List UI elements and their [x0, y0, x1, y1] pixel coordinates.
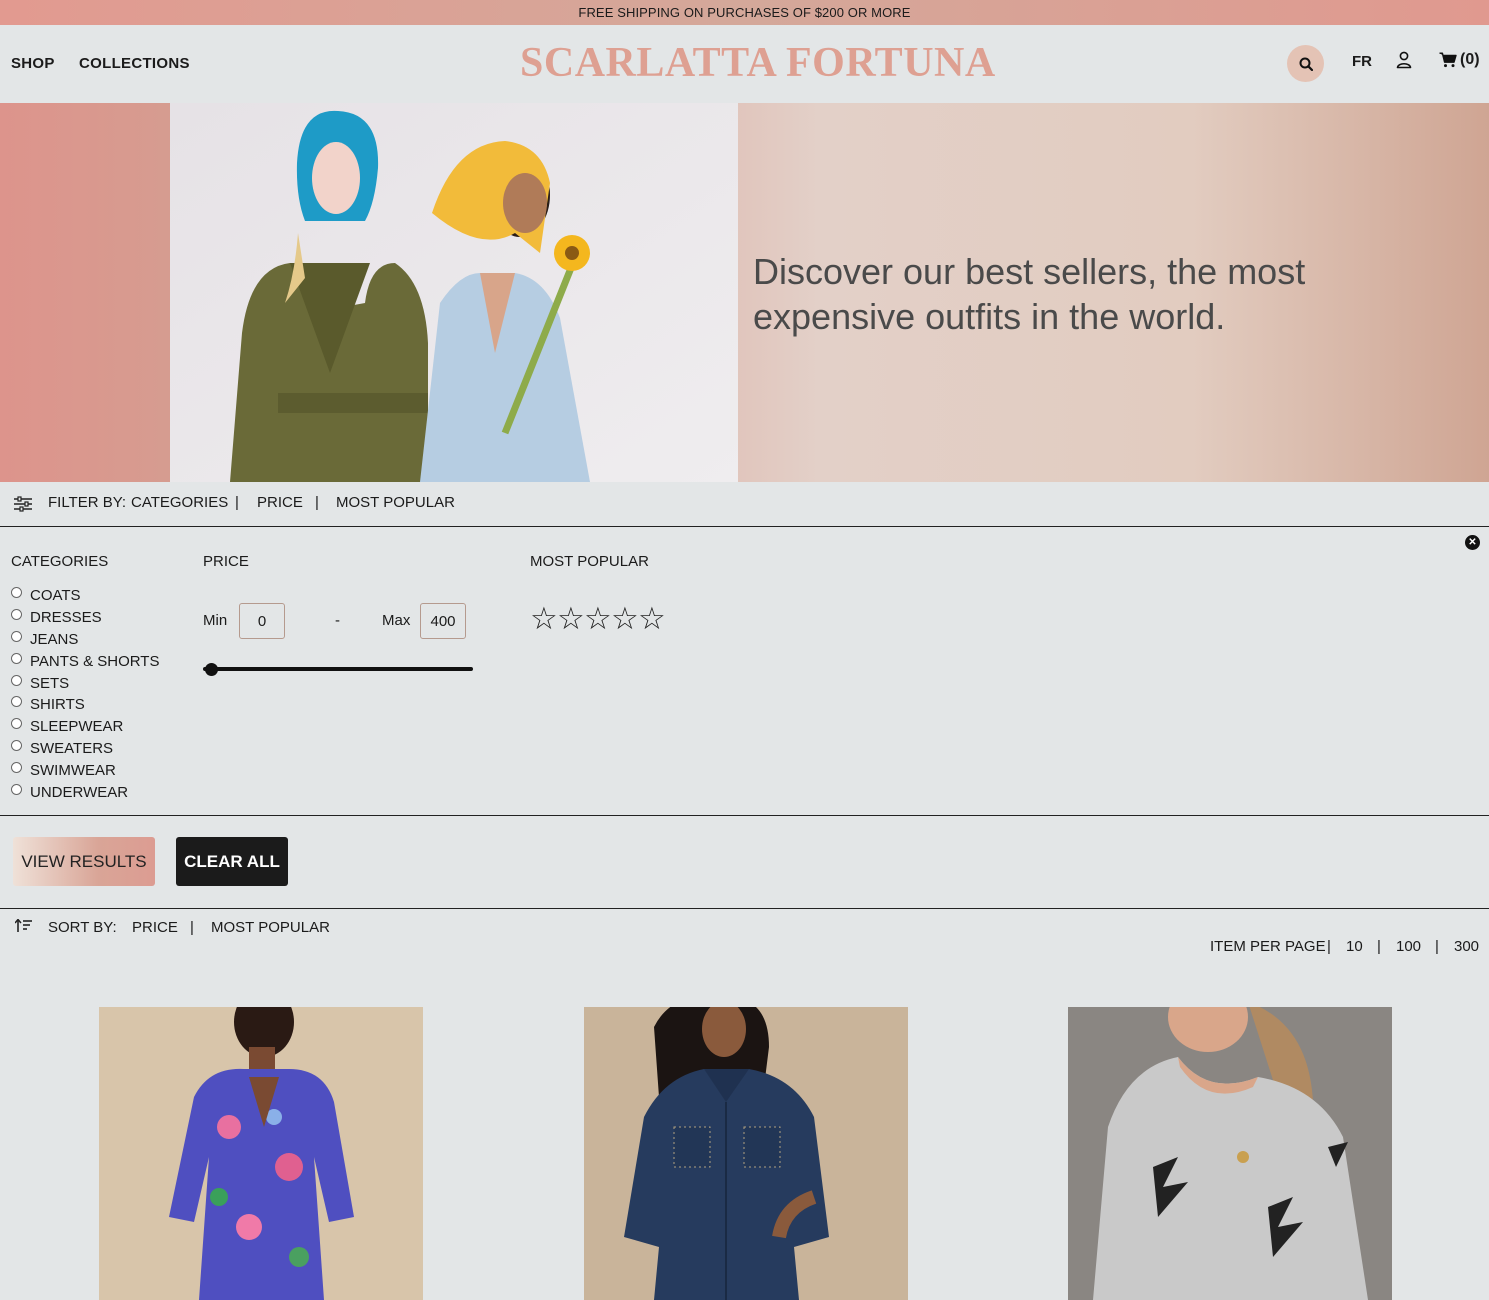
sort-price-option[interactable]: PRICE — [132, 919, 178, 936]
category-option[interactable]: COATS — [11, 585, 159, 607]
star-icon[interactable]: ☆ — [638, 602, 666, 636]
radio-button[interactable] — [11, 718, 22, 730]
category-label: UNDERWEAR — [30, 783, 129, 801]
sort-most-popular-option[interactable]: MOST POPULAR — [211, 919, 330, 936]
category-option[interactable]: SLEEPWEAR — [11, 716, 159, 738]
site-header: SHOP COLLECTIONS SCARLATTA FORTUNA FR (0… — [0, 25, 1489, 103]
category-option[interactable]: JEANS — [11, 629, 159, 651]
filter-most-popular-tab[interactable]: MOST POPULAR — [336, 494, 455, 511]
min-label: Min — [203, 612, 228, 629]
items-per-page-label: ITEM PER PAGE — [1210, 938, 1326, 955]
price-range: Min 0 - Max 400 — [203, 603, 473, 639]
radio-button[interactable] — [11, 761, 22, 773]
category-label: SHIRTS — [30, 696, 85, 714]
announcement-text: FREE SHIPPING ON PURCHASES OF $200 OR MO… — [578, 5, 911, 20]
per-page-separator: | — [1435, 938, 1439, 955]
product-card[interactable] — [99, 1007, 423, 1300]
product-card[interactable] — [1068, 1007, 1392, 1300]
max-price-input[interactable]: 400 — [420, 603, 466, 639]
per-page-separator: | — [1327, 938, 1331, 955]
category-option[interactable]: PANTS & SHORTS — [11, 650, 159, 672]
star-icon[interactable]: ☆ — [611, 602, 639, 636]
category-option[interactable]: SWEATERS — [11, 738, 159, 760]
star-icon[interactable]: ☆ — [557, 602, 585, 636]
product-image[interactable] — [99, 1007, 423, 1300]
user-icon — [1396, 51, 1412, 69]
hero-headline: Discover our best sellers, the most expe… — [753, 251, 1306, 337]
cart-button[interactable]: (0) — [1439, 51, 1480, 69]
hero-color-block — [0, 103, 170, 482]
hero-banner: Discover our best sellers, the most expe… — [0, 103, 1489, 482]
site-logo[interactable]: SCARLATTA FORTUNA — [520, 39, 996, 87]
category-label: PANTS & SHORTS — [30, 652, 160, 670]
radio-button[interactable] — [11, 630, 22, 642]
close-icon[interactable]: ✕ — [1465, 535, 1480, 550]
per-page-100[interactable]: 100 — [1396, 938, 1421, 955]
category-option[interactable]: DRESSES — [11, 607, 159, 629]
category-label: JEANS — [30, 630, 79, 648]
category-option[interactable]: UNDERWEAR — [11, 781, 159, 803]
min-price-input[interactable]: 0 — [239, 603, 285, 639]
product-card[interactable] — [584, 1007, 908, 1300]
sort-separator: | — [190, 919, 194, 936]
radio-button[interactable] — [11, 674, 22, 686]
announcement-bar: FREE SHIPPING ON PURCHASES OF $200 OR MO… — [0, 0, 1489, 25]
range-dash: - — [335, 612, 340, 629]
category-option[interactable]: SETS — [11, 672, 159, 694]
filter-bar: FILTER BY: CATEGORIES | PRICE | MOST POP… — [0, 482, 1489, 527]
product-image[interactable] — [1068, 1007, 1392, 1300]
category-label: SLEEPWEAR — [30, 718, 124, 736]
max-label: Max — [382, 612, 411, 629]
clear-all-button[interactable]: CLEAR ALL — [176, 837, 288, 886]
filter-by-label: FILTER BY: — [48, 494, 127, 511]
radio-button[interactable] — [11, 783, 22, 795]
view-results-button[interactable]: VIEW RESULTS — [13, 837, 155, 886]
language-switch[interactable]: FR — [1352, 53, 1372, 70]
radio-button[interactable] — [11, 696, 22, 708]
cart-count: (0) — [1460, 51, 1480, 68]
filter-panel: ✕ CATEGORIES COATS DRESSES JEANS PANTS &… — [0, 527, 1489, 816]
radio-button[interactable] — [11, 609, 22, 621]
radio-button[interactable] — [11, 739, 22, 751]
star-rating[interactable]: ☆ ☆ ☆ ☆ ☆ — [530, 602, 666, 636]
filter-sliders-icon[interactable] — [14, 496, 32, 512]
radio-button[interactable] — [11, 587, 22, 599]
categories-title: CATEGORIES — [11, 553, 109, 570]
cart-icon — [1439, 52, 1457, 68]
nav-collections-link[interactable]: COLLECTIONS — [79, 55, 190, 72]
price-slider-handle[interactable] — [205, 663, 218, 676]
category-label: DRESSES — [30, 609, 102, 627]
hero-image — [170, 103, 738, 482]
category-label: SWEATERS — [30, 739, 114, 757]
filter-categories-tab[interactable]: CATEGORIES — [131, 494, 228, 511]
sort-icon[interactable] — [15, 919, 33, 933]
category-label: COATS — [30, 587, 81, 605]
star-icon[interactable]: ☆ — [584, 602, 612, 636]
account-button[interactable] — [1396, 51, 1414, 71]
search-icon — [1299, 57, 1313, 71]
category-label: SWIMWEAR — [30, 761, 116, 779]
search-button[interactable] — [1287, 45, 1324, 82]
category-option[interactable]: SHIRTS — [11, 694, 159, 716]
price-slider-track[interactable] — [203, 667, 473, 671]
radio-button[interactable] — [11, 652, 22, 664]
filter-separator: | — [235, 494, 239, 511]
star-icon[interactable]: ☆ — [530, 602, 558, 636]
most-popular-title: MOST POPULAR — [530, 553, 649, 570]
per-page-separator: | — [1377, 938, 1381, 955]
price-title: PRICE — [203, 553, 249, 570]
nav-shop-link[interactable]: SHOP — [11, 55, 55, 72]
per-page-300[interactable]: 300 — [1454, 938, 1479, 955]
sort-by-label: SORT BY: — [48, 919, 117, 936]
filter-price-tab[interactable]: PRICE — [257, 494, 303, 511]
category-label: SETS — [30, 674, 70, 692]
category-option[interactable]: SWIMWEAR — [11, 759, 159, 781]
per-page-10[interactable]: 10 — [1346, 938, 1363, 955]
filter-separator: | — [315, 494, 319, 511]
product-image[interactable] — [584, 1007, 908, 1300]
category-list: COATS DRESSES JEANS PANTS & SHORTS SETS … — [11, 585, 159, 803]
